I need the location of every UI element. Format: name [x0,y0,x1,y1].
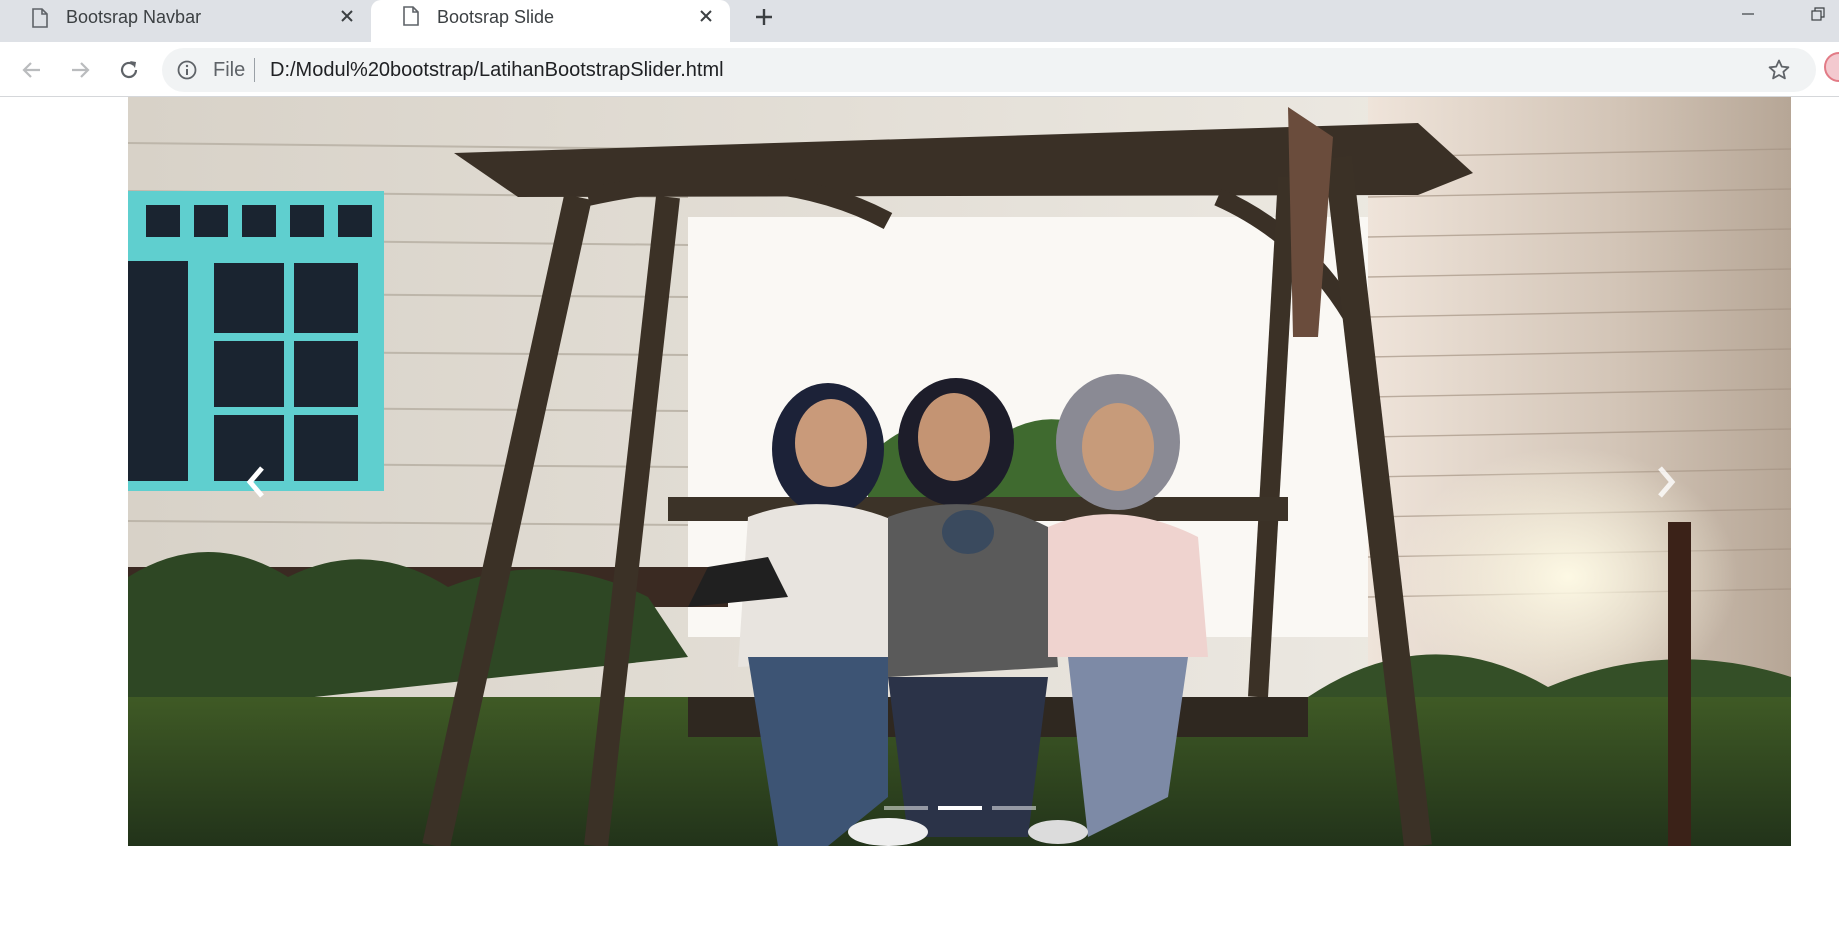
tab-title: Bootsrap Navbar [66,7,202,27]
address-bar[interactable]: File D:/Modul%20bootstrap/LatihanBootstr… [162,48,1816,92]
arrow-left-icon [22,62,40,78]
reload-button[interactable] [113,54,145,86]
slide-image [128,97,1791,846]
carousel-next-button[interactable] [1646,452,1686,512]
tab-bootstrap-slide[interactable]: Bootsrap Slide [371,0,730,42]
back-button[interactable] [16,54,48,86]
tab-title: Bootsrap Slide [437,7,555,27]
carousel-prev-button[interactable] [236,452,276,512]
star-icon[interactable] [1767,58,1791,82]
forward-button[interactable] [64,54,96,86]
restore-button[interactable] [1800,0,1836,28]
document-icon [32,8,48,28]
reload-icon [120,61,138,79]
divider [254,58,255,82]
carousel-indicator-3[interactable] [991,806,1036,810]
url-text[interactable]: D:/Modul%20bootstrap/LatihanBootstrapSli… [270,59,724,82]
close-icon[interactable] [335,4,359,28]
browser-toolbar: File D:/Modul%20bootstrap/LatihanBootstr… [0,42,1839,97]
minimize-button[interactable] [1730,0,1766,28]
chevron-left-icon [246,466,264,498]
info-icon[interactable] [177,60,197,80]
image-carousel [128,97,1791,846]
document-icon [403,6,419,26]
close-icon[interactable] [694,4,718,28]
carousel-indicator-2[interactable] [937,806,982,810]
minimize-icon [1742,13,1754,15]
tab-strip: Bootsrap Navbar Bootsrap Slide [0,0,1839,42]
carousel-indicator-1[interactable] [883,806,928,810]
scheme-label: File [213,59,246,81]
tab-bootstrap-navbar[interactable]: Bootsrap Navbar [0,0,371,35]
restore-icon [1811,7,1825,21]
carousel-indicators [128,804,1791,812]
arrow-right-icon [72,62,90,78]
chevron-right-icon [1658,466,1676,498]
plus-icon [756,9,772,25]
new-tab-button[interactable] [748,3,780,31]
